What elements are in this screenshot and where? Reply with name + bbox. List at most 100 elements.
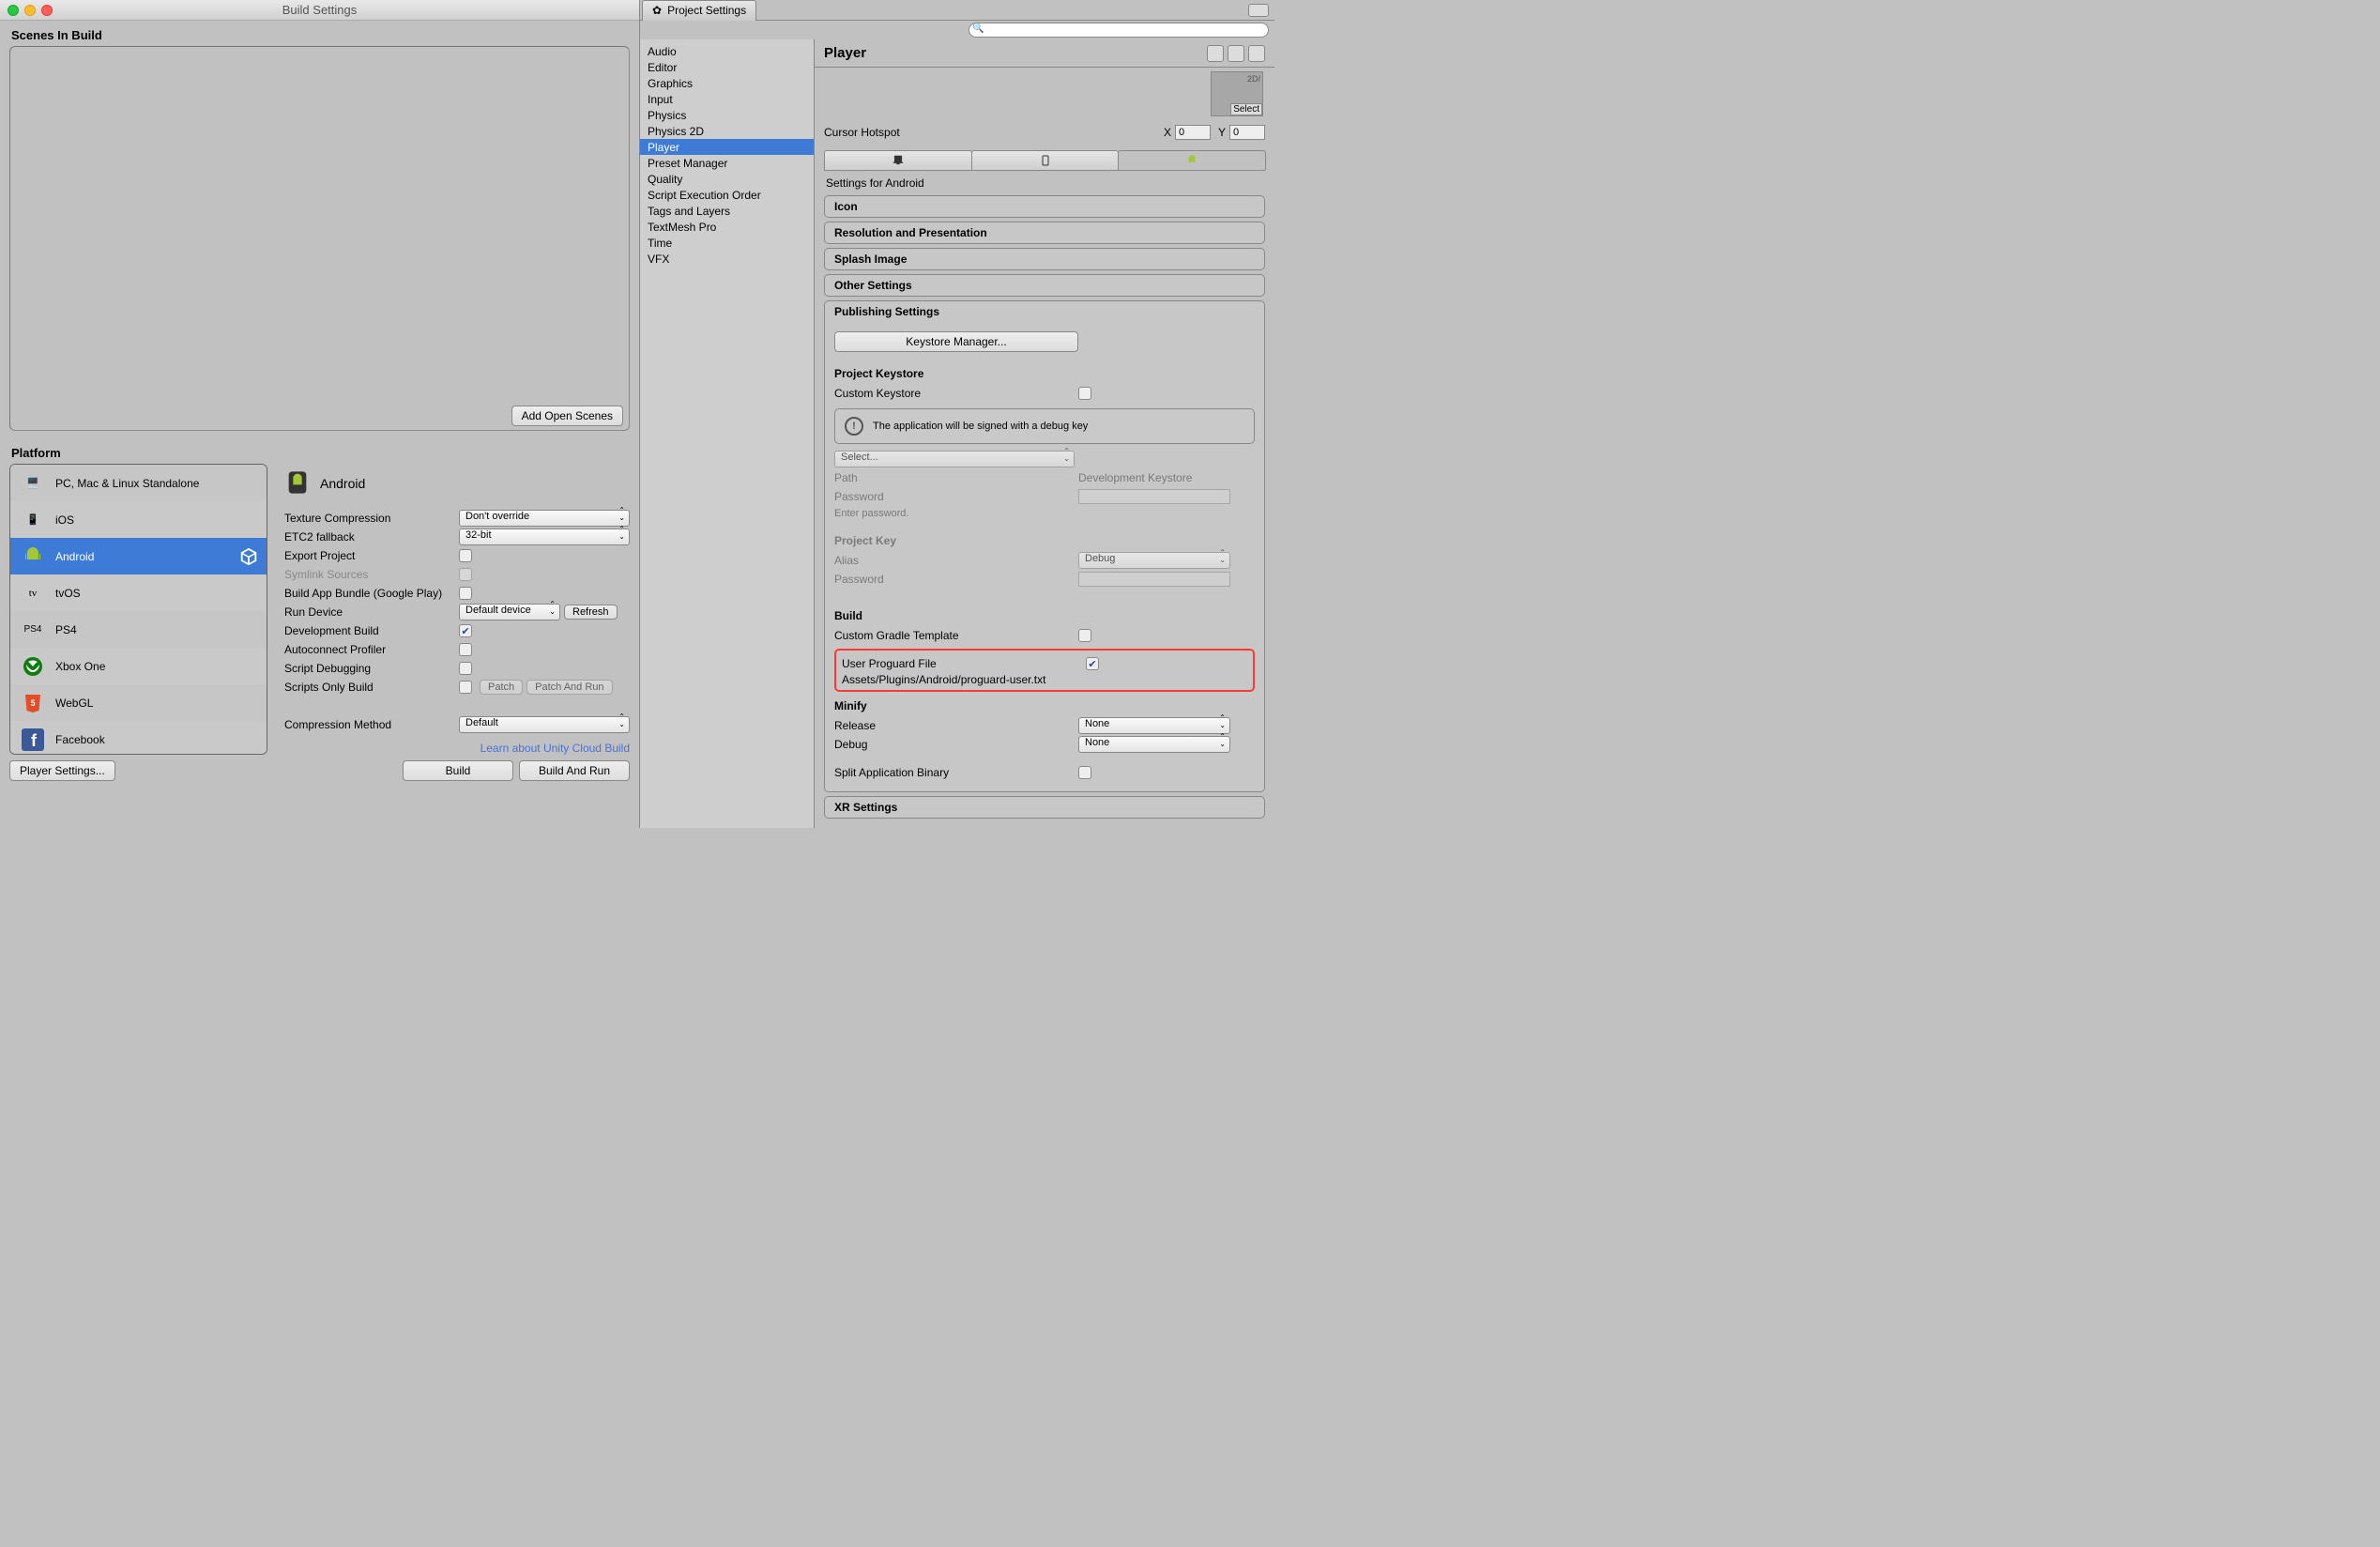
settings-for-label: Settings for Android (824, 171, 1265, 195)
user-proguard-label: User Proguard File (842, 657, 1086, 670)
xbox-icon (18, 653, 48, 680)
custom-keystore-label: Custom Keystore (834, 387, 1078, 400)
platform-options: Android Texture CompressionDon't overrid… (284, 464, 630, 755)
category-graphics[interactable]: Graphics (640, 75, 814, 91)
svg-text:f: f (31, 731, 38, 750)
platform-item-label: tvOS (55, 587, 81, 600)
etc2-fallback-label: ETC2 fallback (284, 530, 459, 544)
refresh-button[interactable]: Refresh (564, 605, 618, 620)
foldout-resolution[interactable]: Resolution and Presentation (824, 222, 1265, 244)
publishing-settings-header[interactable]: Publishing Settings (825, 301, 1264, 322)
zoom-icon[interactable] (8, 5, 19, 16)
texture-compression-select[interactable]: Don't override (459, 510, 630, 527)
platform-tab-standalone[interactable] (824, 150, 972, 170)
build-button[interactable]: Build (403, 760, 513, 781)
category-physics[interactable]: Physics (640, 107, 814, 123)
export-project-checkbox[interactable] (459, 549, 472, 562)
script-debugging-checkbox[interactable] (459, 662, 472, 675)
platform-item-ios[interactable]: 📱 iOS (10, 501, 267, 538)
platform-item-label: iOS (55, 513, 74, 527)
project-settings-window: Project Settings Audio Editor Graphics I… (640, 0, 1274, 828)
minify-release-label: Release (834, 719, 1078, 732)
platform-item-ps4[interactable]: PS4 PS4 (10, 611, 267, 648)
platform-tab-android[interactable] (1118, 150, 1266, 170)
build-app-bundle-checkbox[interactable] (459, 587, 472, 600)
cursor-texture-slot[interactable]: 2D/ Select (1211, 71, 1263, 116)
export-project-label: Export Project (284, 549, 459, 562)
preset-icon[interactable] (1228, 45, 1244, 62)
custom-keystore-checkbox[interactable] (1078, 387, 1091, 400)
cursor-x-input[interactable] (1175, 125, 1211, 140)
player-settings-button[interactable]: Player Settings... (9, 760, 115, 781)
category-audio[interactable]: Audio (640, 43, 814, 59)
platform-item-facebook[interactable]: f Facebook (10, 721, 267, 755)
minify-debug-select[interactable]: None (1078, 736, 1230, 753)
keystore-path-label: Path (834, 471, 1078, 484)
autoconnect-profiler-checkbox[interactable] (459, 643, 472, 656)
etc2-fallback-select[interactable]: 32-bit (459, 528, 630, 545)
foldout-xr[interactable]: XR Settings (824, 796, 1265, 819)
foldout-icon[interactable]: Icon (824, 195, 1265, 218)
platform-item-tvos[interactable]: tv tvOS (10, 574, 267, 611)
x-label: X (1164, 126, 1171, 139)
autoconnect-profiler-label: Autoconnect Profiler (284, 643, 459, 656)
run-device-select[interactable]: Default device (459, 604, 560, 620)
gear-icon[interactable] (1248, 45, 1265, 62)
custom-gradle-checkbox[interactable] (1078, 629, 1091, 642)
add-open-scenes-button[interactable]: Add Open Scenes (511, 406, 623, 426)
category-tags-layers[interactable]: Tags and Layers (640, 203, 814, 219)
foldout-other[interactable]: Other Settings (824, 274, 1265, 297)
category-input[interactable]: Input (640, 91, 814, 107)
custom-gradle-label: Custom Gradle Template (834, 629, 1078, 642)
patch-and-run-button: Patch And Run (526, 680, 612, 695)
project-settings-tab[interactable]: Project Settings (642, 0, 756, 21)
build-footer: Player Settings... Build Build And Run (0, 755, 639, 790)
unity-cloud-build-link[interactable]: Learn about Unity Cloud Build (284, 736, 630, 755)
scenes-list[interactable]: Add Open Scenes (9, 46, 630, 431)
category-vfx[interactable]: VFX (640, 251, 814, 267)
development-build-label: Development Build (284, 624, 459, 637)
build-and-run-button[interactable]: Build And Run (519, 760, 630, 781)
gear-icon (652, 4, 662, 17)
android-icon (284, 469, 311, 498)
category-preset-manager[interactable]: Preset Manager (640, 155, 814, 171)
ios-icon: 📱 (18, 507, 48, 533)
category-quality[interactable]: Quality (640, 171, 814, 187)
cursor-y-input[interactable] (1229, 125, 1265, 140)
category-textmesh-pro[interactable]: TextMesh Pro (640, 219, 814, 235)
settings-category-list[interactable]: Audio Editor Graphics Input Physics Phys… (640, 39, 815, 828)
project-settings-tab-label: Project Settings (667, 4, 746, 17)
symlink-sources-label: Symlink Sources (284, 568, 459, 581)
foldout-splash[interactable]: Splash Image (824, 248, 1265, 270)
platform-tab-ios[interactable] (971, 150, 1120, 170)
platform-item-android[interactable]: Android (10, 538, 267, 574)
search-input[interactable] (969, 23, 1269, 38)
help-icon[interactable] (1207, 45, 1224, 62)
minify-release-select[interactable]: None (1078, 717, 1230, 734)
close-icon[interactable] (41, 5, 53, 16)
category-script-exec-order[interactable]: Script Execution Order (640, 187, 814, 203)
platform-list[interactable]: 🖥️ PC, Mac & Linux Standalone 📱 iOS Andr… (9, 464, 267, 755)
platform-item-label: WebGL (55, 697, 93, 710)
split-binary-checkbox[interactable] (1078, 766, 1091, 779)
run-device-label: Run Device (284, 605, 459, 619)
keystore-manager-button[interactable]: Keystore Manager... (834, 331, 1078, 352)
platform-item-standalone[interactable]: 🖥️ PC, Mac & Linux Standalone (10, 465, 267, 501)
search-row (640, 21, 1274, 39)
platform-item-webgl[interactable]: 5 WebGL (10, 684, 267, 721)
panel-options-icon[interactable] (1248, 4, 1269, 17)
category-editor[interactable]: Editor (640, 59, 814, 75)
development-build-checkbox[interactable] (459, 624, 472, 637)
key-password-input (1078, 572, 1230, 587)
cursor-select-button[interactable]: Select (1230, 103, 1262, 115)
user-proguard-highlight: User Proguard File Assets/Plugins/Androi… (834, 649, 1255, 692)
minimize-icon[interactable] (24, 5, 36, 16)
platform-item-xbox[interactable]: Xbox One (10, 648, 267, 684)
scripts-only-build-checkbox[interactable] (459, 681, 472, 694)
category-time[interactable]: Time (640, 235, 814, 251)
compression-method-select[interactable]: Default (459, 716, 630, 733)
user-proguard-checkbox[interactable] (1086, 657, 1099, 670)
compression-method-label: Compression Method (284, 718, 459, 731)
category-physics2d[interactable]: Physics 2D (640, 123, 814, 139)
category-player[interactable]: Player (640, 139, 814, 155)
